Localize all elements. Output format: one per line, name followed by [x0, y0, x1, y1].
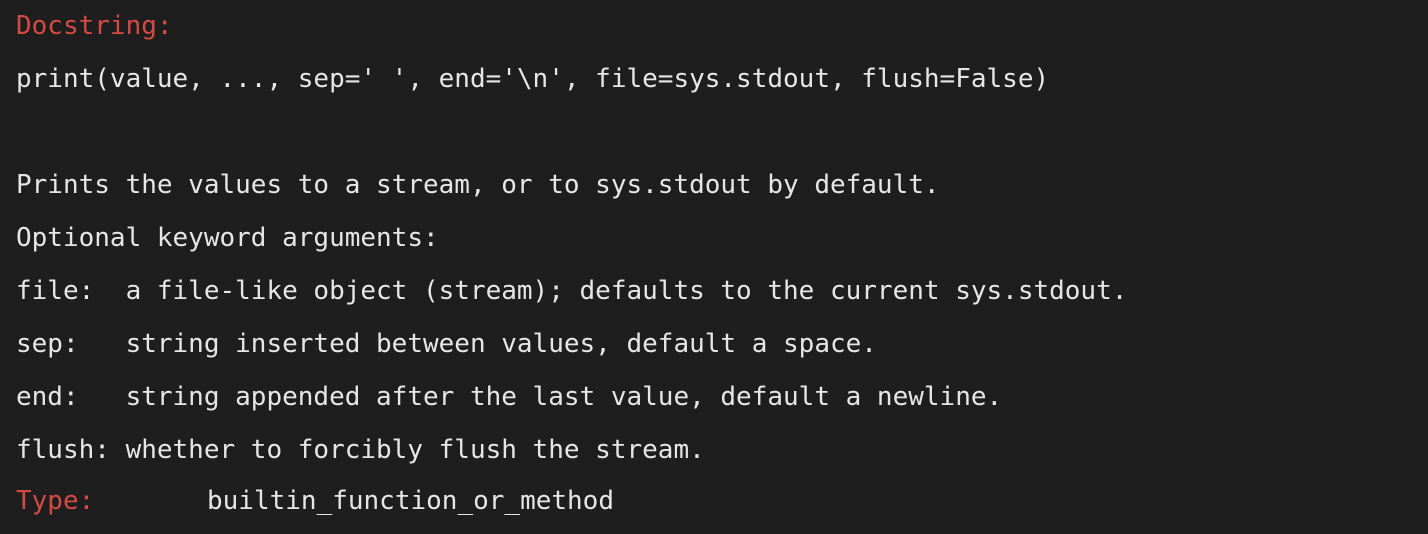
terminal-output: Docstring: print(value, ..., sep=' ', en…	[0, 0, 1428, 534]
docstring-description: Prints the values to a stream, or to sys…	[16, 170, 940, 200]
param-end: end: string appended after the last valu…	[16, 382, 1003, 412]
type-label: Type:	[16, 486, 95, 516]
type-value: builtin_function_or_method	[207, 486, 614, 516]
function-signature: print(value, ..., sep=' ', end='\n', fil…	[16, 64, 1050, 94]
param-sep: sep: string inserted between values, def…	[16, 329, 877, 359]
param-flush: flush: whether to forcibly flush the str…	[16, 435, 705, 465]
param-file: file: a file-like object (stream); defau…	[16, 276, 1128, 306]
docstring-label: Docstring:	[16, 11, 173, 41]
optional-arguments-header: Optional keyword arguments:	[16, 223, 439, 253]
